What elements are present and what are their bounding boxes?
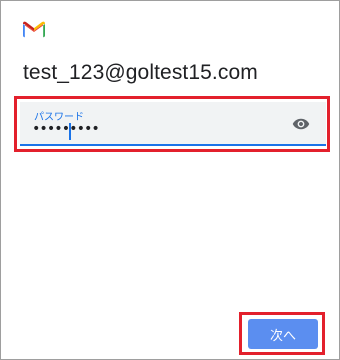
gmail-icon (23, 21, 45, 38)
password-field[interactable]: パスワード ••••••••• (20, 102, 326, 146)
text-cursor (69, 123, 71, 140)
eye-icon[interactable] (292, 115, 310, 133)
account-email: test_123@goltest15.com (23, 61, 258, 84)
screen: test_123@goltest15.com パスワード ••••••••• 次… (0, 0, 340, 360)
next-button[interactable]: 次へ (248, 319, 318, 349)
password-input[interactable]: ••••••••• (32, 121, 100, 137)
